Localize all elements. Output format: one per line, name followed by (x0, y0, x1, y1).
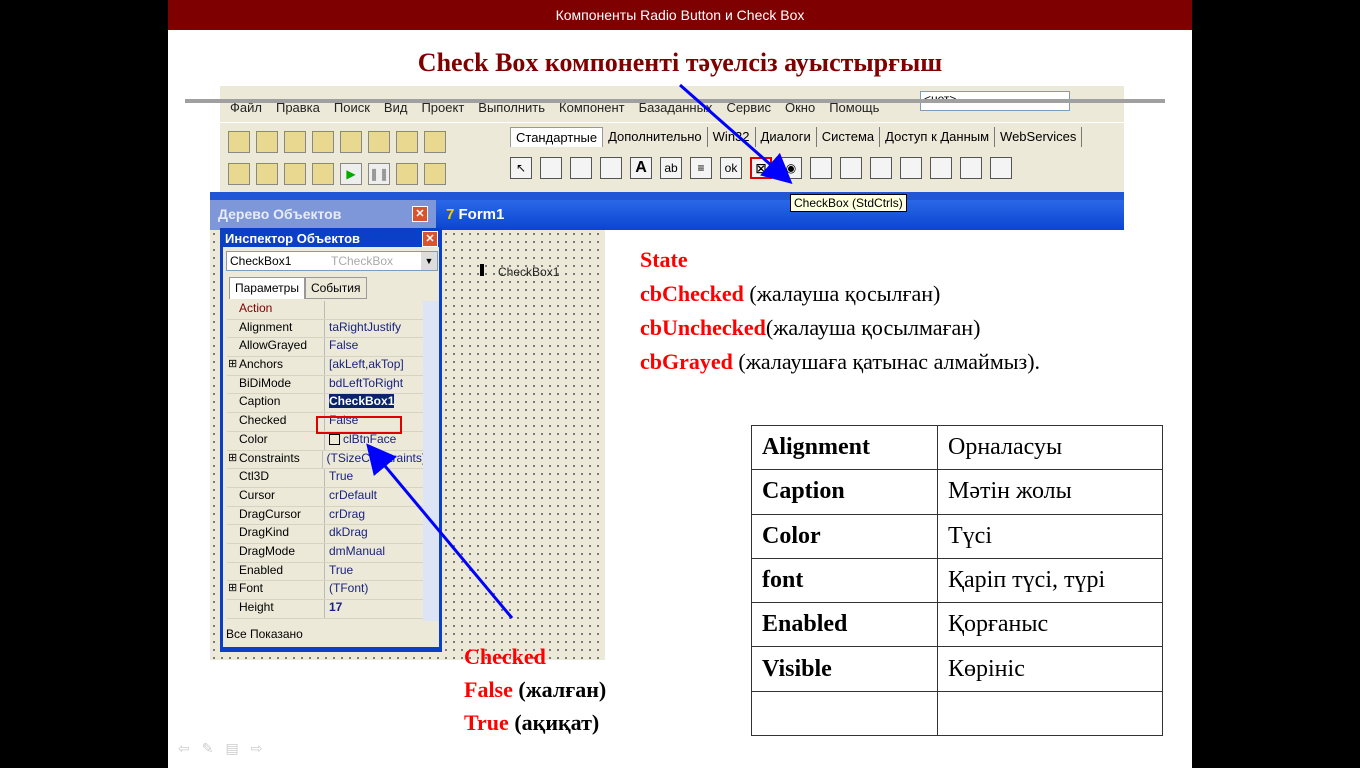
pen-icon[interactable]: ✎ (202, 740, 214, 757)
back-icon[interactable]: ⇦ (178, 740, 190, 757)
menu-icon[interactable]: ▤ (225, 740, 238, 757)
arrows (366, 83, 793, 619)
arrow-to-checked-property (366, 443, 514, 619)
forward-icon[interactable]: ⇨ (251, 740, 263, 757)
arrow-to-checkbox-icon (679, 83, 793, 184)
slide-nav: ⇦ ✎ ▤ ⇨ (178, 740, 262, 757)
slide: Компоненты Radio Button и Check Box Chec… (168, 0, 1192, 768)
